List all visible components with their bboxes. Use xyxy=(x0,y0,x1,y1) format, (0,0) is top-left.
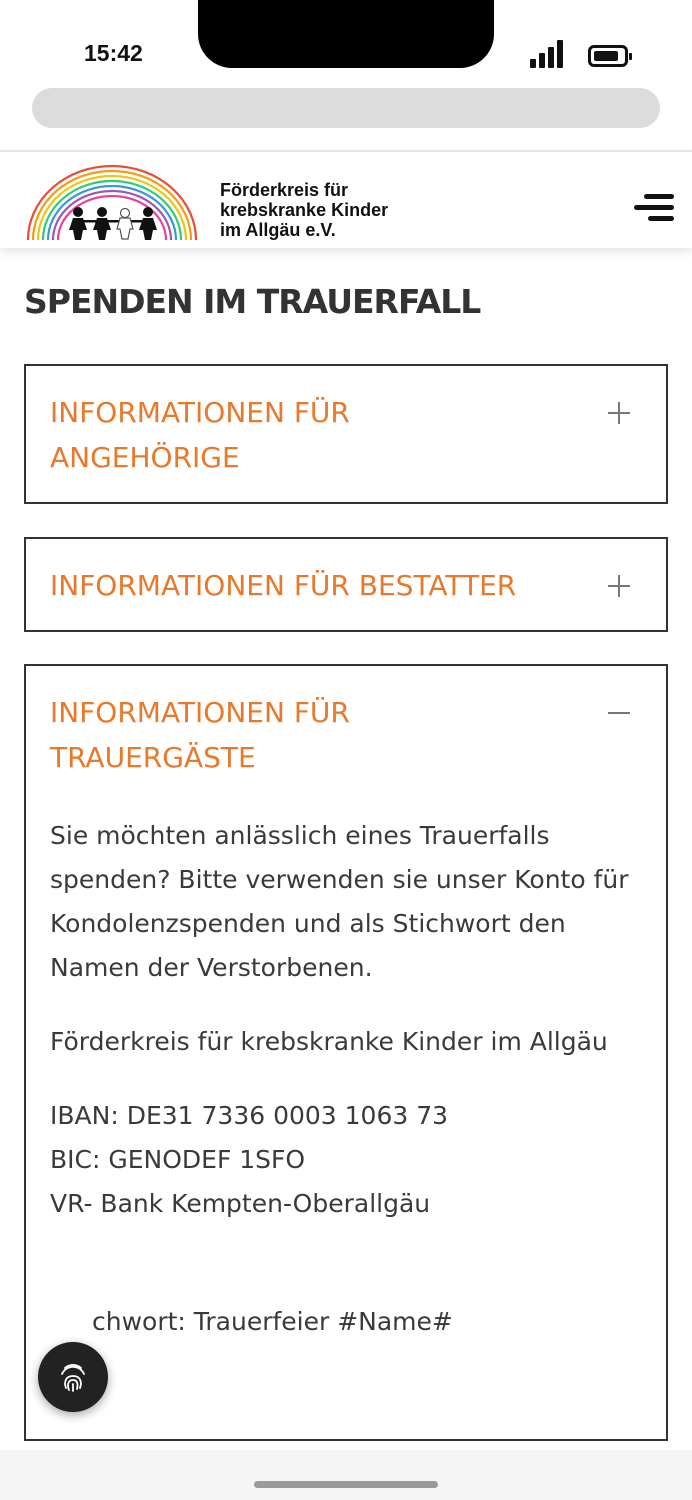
rainbow-logo-icon[interactable] xyxy=(24,160,200,244)
logo-text[interactable]: Förderkreis für krebskranke Kinder im Al… xyxy=(220,180,388,240)
accordion-title[interactable]: INFORMATIONEN FÜR BESTATTER xyxy=(50,563,610,608)
accordion-title[interactable]: INFORMATIONEN FÜR TRAUERGÄSTE xyxy=(50,690,570,780)
accordion-content: Sie möchten anlässlich eines Trauerfalls… xyxy=(50,814,640,1344)
home-indicator[interactable] xyxy=(254,1481,438,1488)
plus-icon[interactable] xyxy=(608,402,630,424)
minus-icon[interactable] xyxy=(608,702,630,724)
fingerprint-icon xyxy=(61,1364,85,1392)
accordion-title[interactable]: INFORMATIONEN FÜR ANGEHÖRIGE xyxy=(50,390,570,480)
page-title: SPENDEN IM TRAUERFALL xyxy=(24,282,481,321)
stichwort-text: chwort: Trauerfeier #Name# xyxy=(92,1307,453,1336)
browser-bottom-bar xyxy=(0,1450,692,1500)
camera-notch xyxy=(198,0,494,68)
accordion-item-bestatter[interactable]: INFORMATIONEN FÜR BESTATTER xyxy=(24,537,668,632)
bic-text: BIC: GENODEF 1SFO xyxy=(50,1145,306,1174)
accordion-item-trauergaeste[interactable]: INFORMATIONEN FÜR TRAUERGÄSTE Sie möchte… xyxy=(24,664,668,1441)
donation-intro-text: Sie möchten anlässlich eines Trauerfalls… xyxy=(50,821,629,982)
signal-icon xyxy=(530,40,564,68)
bank-name-text: VR- Bank Kempten-Oberallgäu xyxy=(50,1189,431,1218)
iban-text: IBAN: DE31 7336 0003 1063 73 xyxy=(50,1101,449,1130)
organization-name: Förderkreis für krebskranke Kinder im Al… xyxy=(50,1027,608,1056)
status-bar: 15:42 xyxy=(0,0,692,150)
plus-icon[interactable] xyxy=(608,575,630,597)
hamburger-menu-icon[interactable] xyxy=(630,192,674,226)
address-bar[interactable] xyxy=(32,88,660,128)
status-time: 15:42 xyxy=(84,40,143,66)
site-header: Förderkreis für krebskranke Kinder im Al… xyxy=(0,150,692,248)
battery-icon xyxy=(588,45,632,67)
fingerprint-button[interactable] xyxy=(38,1342,108,1412)
accordion-item-angehoerige[interactable]: INFORMATIONEN FÜR ANGEHÖRIGE xyxy=(24,364,668,504)
